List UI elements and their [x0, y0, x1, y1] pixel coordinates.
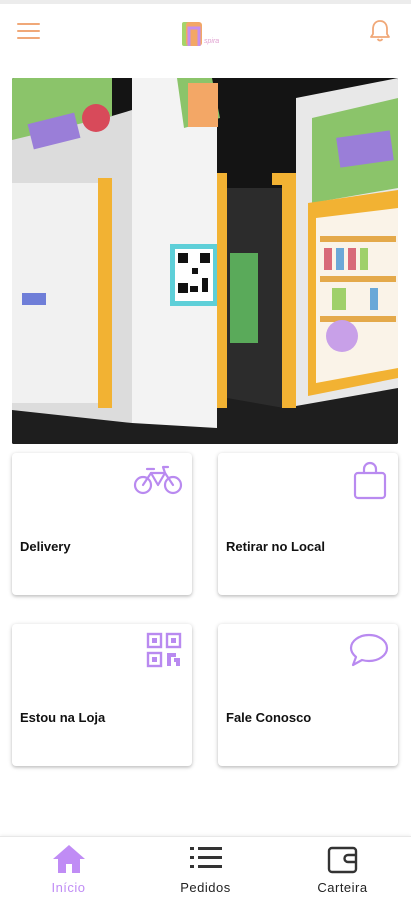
home-icon [51, 843, 87, 880]
store-logo-icon: spira [180, 18, 230, 52]
contact-label: Fale Conosco [226, 710, 312, 725]
app-bar: spira [0, 4, 411, 60]
nav-label-inicio: Início [51, 880, 86, 895]
delivery-card[interactable]: Delivery [12, 453, 192, 595]
wallet-icon [326, 843, 360, 880]
hamburger-menu-icon[interactable] [16, 20, 42, 42]
chat-bubble-icon [348, 632, 390, 673]
shopping-bag-icon [352, 461, 388, 506]
qr-code-icon [146, 632, 182, 673]
bicycle-icon [132, 461, 184, 502]
delivery-label: Delivery [20, 539, 71, 554]
contact-card[interactable]: Fale Conosco [218, 624, 398, 766]
nav-item-pedidos[interactable]: Pedidos [137, 837, 274, 900]
nav-label-carteira: Carteira [317, 880, 368, 895]
nav-label-pedidos: Pedidos [180, 880, 231, 895]
logo-text: spira [204, 38, 220, 45]
pickup-label: Retirar no Local [226, 539, 325, 554]
storefront-photo [12, 78, 398, 444]
in-store-card[interactable]: Estou na Loja [12, 624, 192, 766]
bell-icon[interactable] [368, 18, 392, 44]
bottom-navigation: Início Pedidos Carteira [0, 836, 411, 900]
nav-item-inicio[interactable]: Início [0, 837, 137, 900]
in-store-label: Estou na Loja [20, 710, 106, 725]
list-icon [189, 843, 223, 878]
nav-item-carteira[interactable]: Carteira [274, 837, 411, 900]
pickup-card[interactable]: Retirar no Local [218, 453, 398, 595]
